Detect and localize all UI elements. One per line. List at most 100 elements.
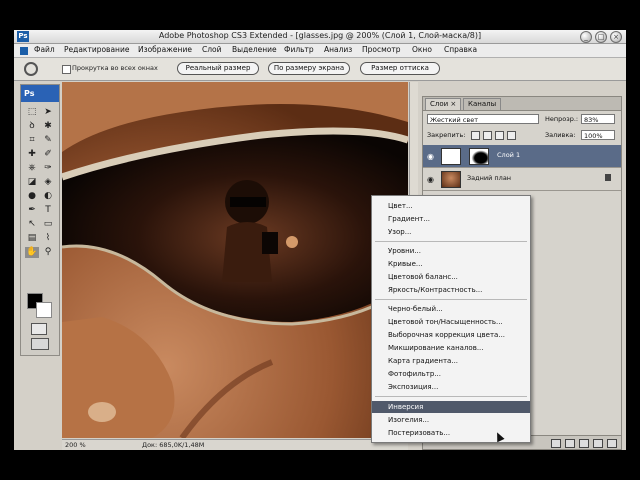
menu-item-channel-mixer[interactable]: Микширование каналов... — [372, 342, 530, 354]
layer-mask-thumbnail[interactable] — [469, 148, 489, 165]
adjustment-context-menu: Цвет... Градиент... Узор... Уровни... Кр… — [371, 195, 531, 443]
menu-item-color-balance[interactable]: Цветовой баланс... — [372, 271, 530, 283]
options-bar: Прокрутка во всех окнах Реальный размер … — [14, 58, 626, 81]
menu-item-posterize[interactable]: Постеризовать... — [372, 427, 530, 439]
photoshop-window: Ps Adobe Photoshop CS3 Extended - [glass… — [14, 30, 626, 450]
status-bar: 200 % Док: 685,0K/1,48M — [62, 439, 408, 450]
path-select-icon[interactable]: ↖ — [25, 219, 39, 230]
menu-analysis[interactable]: Анализ — [324, 45, 352, 54]
add-mask-icon[interactable] — [565, 439, 575, 448]
menu-item-exposure[interactable]: Экспозиция... — [372, 381, 530, 393]
visibility-eye-icon[interactable]: ◉ — [427, 152, 434, 161]
magic-wand-icon[interactable]: ✱ — [41, 121, 55, 132]
menu-bar: Файл Редактирование Изображение Слой Выд… — [14, 44, 626, 58]
new-group-icon[interactable] — [579, 439, 589, 448]
pen-tool-icon[interactable]: ✒ — [25, 205, 39, 216]
link-layers-icon[interactable] — [551, 439, 561, 448]
marquee-tool-icon[interactable]: ⬚ — [25, 107, 39, 118]
move-tool-icon[interactable]: ➤ — [41, 107, 55, 118]
toolbox: Ps ⬚ ➤ ꝺ ✱ ⌗ ✎ ✚ ✐ ⎈ ✑ ◪ ◈ ● ◐ ✒ T ↖ ▭ ▤… — [20, 84, 60, 356]
menu-view[interactable]: Просмотр — [362, 45, 401, 54]
fill-field[interactable]: 100% — [581, 130, 615, 140]
close-button[interactable]: × — [610, 31, 622, 43]
dodge-tool-icon[interactable]: ◐ — [41, 191, 55, 202]
menu-item-color[interactable]: Цвет... — [372, 200, 530, 212]
layer-name: Слой 1 — [497, 151, 521, 159]
document-canvas[interactable] — [62, 82, 408, 438]
visibility-eye-icon[interactable]: ◉ — [427, 175, 434, 184]
menu-item-invert[interactable]: Инверсия — [372, 401, 530, 413]
menu-file[interactable]: Файл — [34, 45, 55, 54]
healing-brush-icon[interactable]: ✚ — [25, 149, 39, 160]
menu-item-brightness-contrast[interactable]: Яркость/Контрастность... — [372, 284, 530, 296]
fit-screen-button[interactable]: По размеру экрана — [268, 62, 350, 75]
photo-image — [62, 82, 408, 438]
menu-item-black-white[interactable]: Черно-белый... — [372, 303, 530, 315]
menu-separator — [375, 396, 527, 397]
toolbox-logo: Ps — [21, 85, 59, 102]
blend-row: Жесткий свет Непрозр.: 83% — [423, 113, 621, 127]
menu-select[interactable]: Выделение — [232, 45, 277, 54]
quick-mask-icon[interactable] — [31, 323, 47, 335]
menu-item-selective-color[interactable]: Выборочная коррекция цвета... — [372, 329, 530, 341]
lock-pixels-icon[interactable] — [483, 131, 492, 140]
lock-all-icon[interactable] — [507, 131, 516, 140]
menu-item-curves[interactable]: Кривые... — [372, 258, 530, 270]
zoom-tool-icon[interactable]: ⚲ — [41, 247, 55, 258]
layer-row-background[interactable]: ◉ Задний план — [423, 168, 621, 191]
menu-edit[interactable]: Редактирование — [64, 45, 129, 54]
blur-tool-icon[interactable]: ● — [25, 191, 39, 202]
lasso-tool-icon[interactable]: ꝺ — [25, 121, 39, 132]
minimize-button[interactable]: _ — [580, 31, 592, 43]
window-title: Adobe Photoshop CS3 Extended - [glasses.… — [158, 31, 482, 40]
menu-item-levels[interactable]: Уровни... — [372, 245, 530, 257]
menu-item-gradient-map[interactable]: Карта градиента... — [372, 355, 530, 367]
zoom-level[interactable]: 200 % — [65, 441, 86, 449]
hand-tool-icon[interactable]: ✋ — [25, 247, 39, 258]
scroll-all-checkbox[interactable] — [62, 65, 71, 74]
zoom-tool-icon[interactable] — [24, 62, 38, 76]
maximize-button[interactable]: □ — [595, 31, 607, 43]
menu-help[interactable]: Справка — [444, 45, 477, 54]
shape-tool-icon[interactable]: ▭ — [41, 219, 55, 230]
menu-filter[interactable]: Фильтр — [284, 45, 314, 54]
tab-channels[interactable]: Каналы — [463, 98, 502, 110]
menu-item-threshold[interactable]: Изогелия... — [372, 414, 530, 426]
brush-tool-icon[interactable]: ✐ — [41, 149, 55, 160]
lock-transparency-icon[interactable] — [471, 131, 480, 140]
history-brush-icon[interactable]: ✑ — [41, 163, 55, 174]
blend-mode-select[interactable]: Жесткий свет — [427, 114, 539, 124]
tab-layers[interactable]: Слои × — [425, 98, 462, 110]
paint-bucket-icon[interactable]: ◈ — [41, 177, 55, 188]
layer-thumbnail — [441, 148, 461, 165]
menu-item-photo-filter[interactable]: Фотофильтр... — [372, 368, 530, 380]
clone-stamp-icon[interactable]: ⎈ — [25, 163, 39, 174]
menu-window[interactable]: Окно — [412, 45, 432, 54]
actual-pixels-button[interactable]: Реальный размер — [177, 62, 259, 75]
eraser-tool-icon[interactable]: ◪ — [25, 177, 39, 188]
new-layer-icon[interactable] — [593, 439, 603, 448]
menu-layer[interactable]: Слой — [202, 45, 222, 54]
crop-tool-icon[interactable]: ⌗ — [25, 135, 39, 146]
menu-image[interactable]: Изображение — [138, 45, 192, 54]
menu-item-gradient[interactable]: Градиент... — [372, 213, 530, 225]
type-tool-icon[interactable]: T — [41, 205, 55, 216]
trash-icon[interactable] — [607, 439, 617, 448]
lock-position-icon[interactable] — [495, 131, 504, 140]
panel-tabs: Слои × Каналы — [423, 97, 621, 111]
menu-item-hue-saturation[interactable]: Цветовой тон/Насыщенность... — [372, 316, 530, 328]
slice-tool-icon[interactable]: ✎ — [41, 135, 55, 146]
print-size-button[interactable]: Размер оттиска — [360, 62, 440, 75]
title-bar: Ps Adobe Photoshop CS3 Extended - [glass… — [14, 30, 626, 44]
screen-mode-icon[interactable] — [31, 338, 49, 350]
notes-tool-icon[interactable]: ▤ — [25, 233, 39, 244]
lock-label: Закрепить: — [427, 131, 466, 139]
eyedropper-icon[interactable]: ⌇ — [41, 233, 55, 244]
scroll-all-label: Прокрутка во всех окнах — [72, 64, 158, 72]
menu-item-pattern[interactable]: Узор... — [372, 226, 530, 238]
document-size: Док: 685,0K/1,48M — [142, 441, 205, 449]
opacity-field[interactable]: 83% — [581, 114, 615, 124]
layer-row-layer1[interactable]: ◉ Слой 1 — [423, 145, 621, 168]
opacity-label: Непрозр.: — [545, 115, 579, 123]
background-color-swatch[interactable] — [36, 302, 52, 318]
